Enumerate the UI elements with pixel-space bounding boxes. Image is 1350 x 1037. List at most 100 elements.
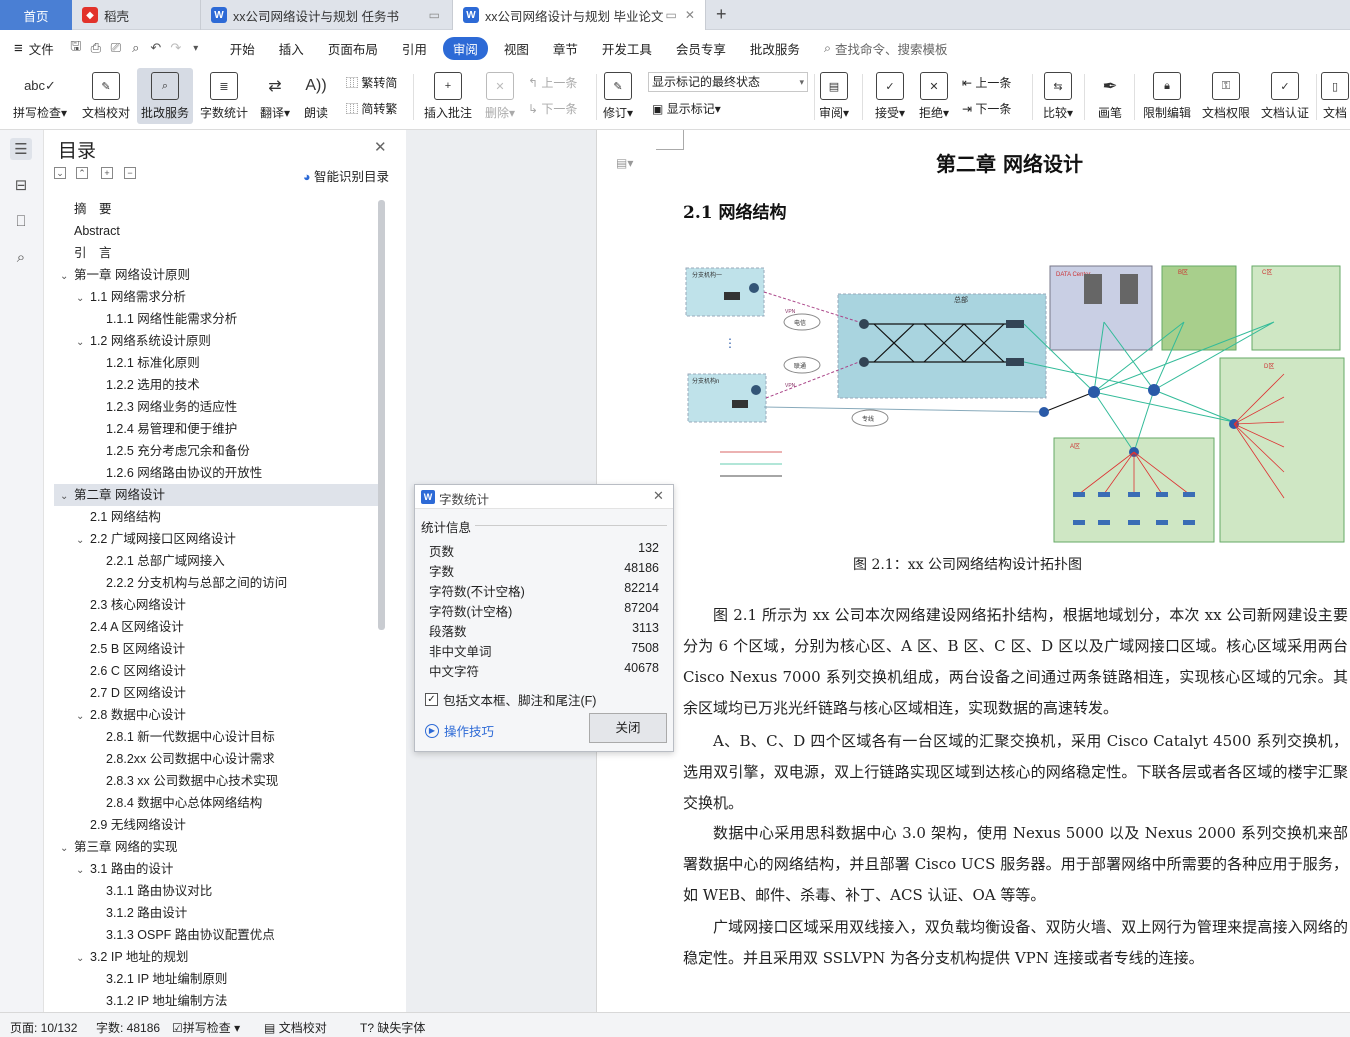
accept-button[interactable]: ✓ 接受▾ xyxy=(870,68,910,124)
trad-to-simp-button[interactable]: ⿲ 繁转简 xyxy=(346,74,397,91)
export-pdf-icon[interactable]: ⎙ xyxy=(86,38,106,58)
proofread-button[interactable]: ✎ 文档校对 xyxy=(78,68,134,124)
next-change-button[interactable]: ⇥ 下一条 xyxy=(962,100,1011,117)
collapse-all-icon[interactable]: ⌄ xyxy=(54,167,66,179)
add-toc-icon[interactable]: + xyxy=(101,167,113,179)
menu-start[interactable]: 开始 xyxy=(222,37,263,60)
tips-link[interactable]: ▶ 操作技巧 xyxy=(425,721,494,740)
toc-item[interactable]: 3.1.3 OSPF 路由协议配置优点 xyxy=(106,924,275,946)
simp-to-trad-button[interactable]: ⿲ 简转繁 xyxy=(346,100,397,117)
toc-item[interactable]: 2.6 C 区网络设计 xyxy=(90,660,186,682)
toc-item[interactable]: 2.2.1 总部广域网接入 xyxy=(106,550,225,572)
translate-button[interactable]: ⇄ 翻译▾ xyxy=(255,68,295,124)
restrict-edit-button[interactable]: 🔒︎ 限制编辑 xyxy=(1140,68,1194,124)
chevron-down-icon[interactable]: ⌄ xyxy=(76,332,90,354)
toc-scrollbar[interactable] xyxy=(378,200,385,630)
markup-state-select[interactable]: 显示标记的最终状态 ▾ xyxy=(648,72,808,92)
tab-task-book[interactable]: Wxx公司网络设计与规划 任务书 ▭ xyxy=(200,0,450,30)
close-icon[interactable]: ✕ xyxy=(653,488,664,504)
doc-rights-button[interactable]: ⚿ 文档权限 xyxy=(1199,68,1253,124)
toc-item[interactable]: ⌄ 3.1 路由的设计 xyxy=(76,858,173,880)
toc-item[interactable]: ⌄ 2.2 广域网接口区网络设计 xyxy=(76,528,236,550)
delete-comment-button[interactable]: ✕ 删除▾ xyxy=(480,68,520,124)
save-icon[interactable]: 🖫 xyxy=(66,38,86,58)
section-nav-icon[interactable]: ⊟ xyxy=(10,174,32,196)
insert-comment-button[interactable]: + 插入批注 xyxy=(420,68,476,124)
print-icon[interactable]: ⎚ xyxy=(106,38,126,58)
toc-item[interactable]: 1.2.6 网络路由协议的开放性 xyxy=(106,462,262,484)
menu-correction-service[interactable]: 批改服务 xyxy=(742,37,808,60)
status-missing-font[interactable]: T? 缺失字体 xyxy=(360,1019,425,1036)
status-proofread[interactable]: ▤ 文档校对 xyxy=(264,1019,327,1036)
track-changes-button[interactable]: ✎ 修订▾ xyxy=(600,68,636,124)
chevron-down-icon[interactable]: ⌄ xyxy=(76,530,90,552)
new-tab-icon[interactable]: + xyxy=(716,4,727,25)
toc-item[interactable]: 2.8.3 xx 公司数据中心技术实现 xyxy=(106,770,278,792)
toc-item[interactable]: 2.8.4 数据中心总体网络结构 xyxy=(106,792,262,814)
chevron-down-icon[interactable]: ▾ xyxy=(186,38,206,58)
toc-item[interactable]: 1.1.1 网络性能需求分析 xyxy=(106,308,237,330)
toc-item[interactable]: 2.3 核心网络设计 xyxy=(90,594,186,616)
word-count-button[interactable]: ≣ 字数统计 xyxy=(197,68,251,124)
tab-thesis[interactable]: Wxx公司网络设计与规划 毕业论文 ▭ ✕ xyxy=(452,0,706,30)
menu-view[interactable]: 视图 xyxy=(496,37,537,60)
reject-button[interactable]: ✕ 拒绝▾ xyxy=(914,68,954,124)
toc-icon[interactable]: ☰ xyxy=(10,138,32,160)
menu-references[interactable]: 引用 xyxy=(394,37,435,60)
doc-cert-button[interactable]: ✓ 文档认证 xyxy=(1258,68,1312,124)
close-icon[interactable]: ✕ xyxy=(374,138,387,156)
word-count-indicator[interactable]: 字数: 48186 xyxy=(96,1019,160,1036)
toc-item[interactable]: 引 言 xyxy=(74,242,112,264)
toc-item[interactable]: 2.8.1 新一代数据中心设计目标 xyxy=(106,726,275,748)
bookmark-icon[interactable]: ⎕ xyxy=(10,210,32,232)
menu-insert[interactable]: 插入 xyxy=(271,37,312,60)
smart-toc-button[interactable]: ◕ 智能识别目录 xyxy=(303,166,389,185)
chevron-down-icon[interactable]: ⌄ xyxy=(76,948,90,970)
toc-item[interactable]: ⌄ 第二章 网络设计 xyxy=(60,484,165,506)
pen-button[interactable]: ✒ 画笔 xyxy=(1090,68,1130,124)
command-search[interactable]: ⌕ 查找命令、搜索模板 xyxy=(824,39,948,58)
remove-toc-icon[interactable]: − xyxy=(124,167,136,179)
preview-icon[interactable]: ⌕ xyxy=(126,38,146,58)
chevron-down-icon[interactable]: ⌄ xyxy=(76,288,90,310)
compare-button[interactable]: ⇆ 比较▾ xyxy=(1038,68,1078,124)
expand-up-icon[interactable]: ⌃ xyxy=(76,167,88,179)
toc-item[interactable]: 1.2.2 选用的技术 xyxy=(106,374,200,396)
toc-item[interactable]: ⌄ 1.1 网络需求分析 xyxy=(76,286,186,308)
chevron-down-icon[interactable]: ⌄ xyxy=(76,706,90,728)
toc-item[interactable]: 1.2.4 易管理和便于维护 xyxy=(106,418,237,440)
toc-item[interactable]: 1.2.1 标准化原则 xyxy=(106,352,200,374)
toc-item[interactable]: 2.4 A 区网络设计 xyxy=(90,616,184,638)
document-page[interactable]: ▤▾ 第二章 网络设计 2.1 网络结构 总部 分支机构一 分支机构n ⋮ 电信… xyxy=(596,130,1350,1012)
redo-icon[interactable]: ↷ xyxy=(166,38,186,58)
toc-item[interactable]: 2.7 D 区网络设计 xyxy=(90,682,186,704)
prev-comment-button[interactable]: ↰ 上一条 xyxy=(528,74,577,91)
toc-item[interactable]: Abstract xyxy=(74,220,120,242)
review-pane-button[interactable]: ▤ 审阅▾ xyxy=(816,68,852,124)
monitor-icon[interactable]: ▭ xyxy=(429,8,440,22)
toc-item[interactable]: 摘 要 xyxy=(74,198,112,220)
file-menu[interactable]: ≡ 文件 xyxy=(14,39,54,58)
toc-item[interactable]: ⌄ 第一章 网络设计原则 xyxy=(60,264,190,286)
toc-item[interactable]: ⌄ 第三章 网络的实现 xyxy=(60,836,177,858)
tab-home[interactable]: 首页 xyxy=(0,0,72,30)
next-comment-button[interactable]: ↳ 下一条 xyxy=(528,100,577,117)
search-icon[interactable]: ⌕ xyxy=(10,246,32,268)
menu-developer[interactable]: 开发工具 xyxy=(594,37,660,60)
read-aloud-button[interactable]: A)) 朗读 xyxy=(298,68,334,124)
chevron-down-icon[interactable]: ⌄ xyxy=(76,860,90,882)
toc-item[interactable]: 3.1.2 路由设计 xyxy=(106,902,187,924)
include-textbox-checkbox[interactable]: ✓ 包括文本框、脚注和尾注(F) xyxy=(425,690,596,709)
menu-member[interactable]: 会员专享 xyxy=(668,37,734,60)
doc-more-button[interactable]: ▯ 文档 xyxy=(1320,68,1350,124)
toc-item[interactable]: 1.2.3 网络业务的适应性 xyxy=(106,396,237,418)
menu-review[interactable]: 审阅 xyxy=(442,36,488,60)
spell-check-button[interactable]: abc✓ 拼写检查▾ xyxy=(8,68,72,124)
tab-daoke[interactable]: ◆ 稻壳 xyxy=(72,0,198,30)
toc-item[interactable]: 3.1.2 IP 地址编制方法 xyxy=(106,990,227,1012)
close-button[interactable]: 关闭 xyxy=(589,713,667,743)
prev-change-button[interactable]: ⇤ 上一条 xyxy=(962,74,1011,91)
undo-icon[interactable]: ↶ xyxy=(146,38,166,58)
toc-item[interactable]: 2.8.2xx 公司数据中心设计需求 xyxy=(106,748,275,770)
page-menu-icon[interactable]: ▤▾ xyxy=(616,156,633,170)
